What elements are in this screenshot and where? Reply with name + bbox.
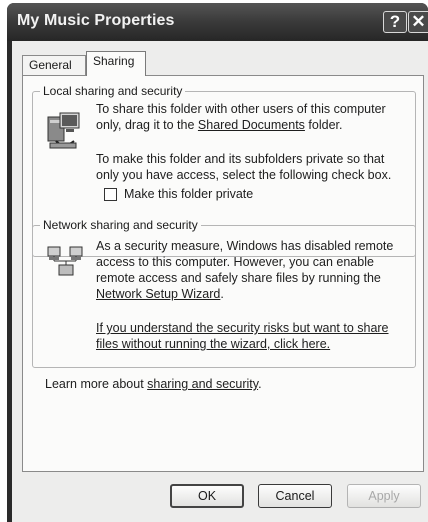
close-button[interactable]: ✕	[408, 11, 428, 33]
wizard-suffix: .	[220, 287, 224, 301]
properties-window: My Music Properties ? ✕ General Sharing …	[7, 3, 428, 522]
ok-button[interactable]: OK	[170, 484, 244, 508]
local-sharing-text-prefix: only, drag it to the	[96, 118, 198, 132]
sharing-and-security-link[interactable]: sharing and security	[147, 377, 258, 391]
local-sharing-text-line1: To share this folder with other users of…	[96, 102, 386, 116]
network-setup-wizard-link[interactable]: Network Setup Wizard	[96, 287, 220, 301]
title-bar[interactable]: My Music Properties ? ✕	[7, 3, 428, 41]
cancel-button[interactable]: Cancel	[258, 484, 332, 508]
learn-more-line: Learn more about sharing and security.	[45, 376, 262, 392]
private-text-line1: To make this folder and its subfolders p…	[96, 152, 385, 166]
apply-button[interactable]: Apply	[347, 484, 421, 508]
local-sharing-text-suffix: folder.	[304, 118, 343, 132]
make-private-label[interactable]: Make this folder private	[124, 186, 253, 202]
network-text-line2: access to this computer. However, you ca…	[96, 255, 374, 269]
network-sharing-legend: Network sharing and security	[40, 218, 201, 232]
shared-computer-icon	[47, 112, 80, 149]
learn-more-prefix: Learn more about	[45, 377, 148, 391]
window-title: My Music Properties	[17, 12, 175, 29]
local-sharing-legend: Local sharing and security	[40, 84, 186, 98]
dialog-client-area: General Sharing Local sharing and securi…	[12, 41, 428, 522]
shared-documents-link[interactable]: Shared Documents	[198, 118, 305, 132]
network-computers-icon	[47, 246, 83, 276]
make-private-checkbox[interactable]	[104, 188, 117, 201]
learn-more-suffix: .	[258, 377, 262, 391]
tab-general[interactable]: General	[22, 55, 86, 75]
share-without-wizard-link-line1[interactable]: If you understand the security risks but…	[96, 320, 389, 336]
tab-sharing[interactable]: Sharing	[86, 51, 146, 76]
network-text-line3: remote access and safely share files by …	[96, 271, 381, 285]
share-without-wizard-link-line2[interactable]: files without running the wizard, click …	[96, 336, 330, 352]
local-sharing-text-line2: only, drag it to the Shared Documents fo…	[96, 117, 342, 133]
help-button[interactable]: ?	[383, 11, 407, 33]
private-text-line2: only you have access, select the followi…	[96, 168, 392, 182]
network-text-line1: As a security measure, Windows has disab…	[96, 239, 394, 253]
network-wizard-line: Network Setup Wizard.	[96, 286, 224, 302]
